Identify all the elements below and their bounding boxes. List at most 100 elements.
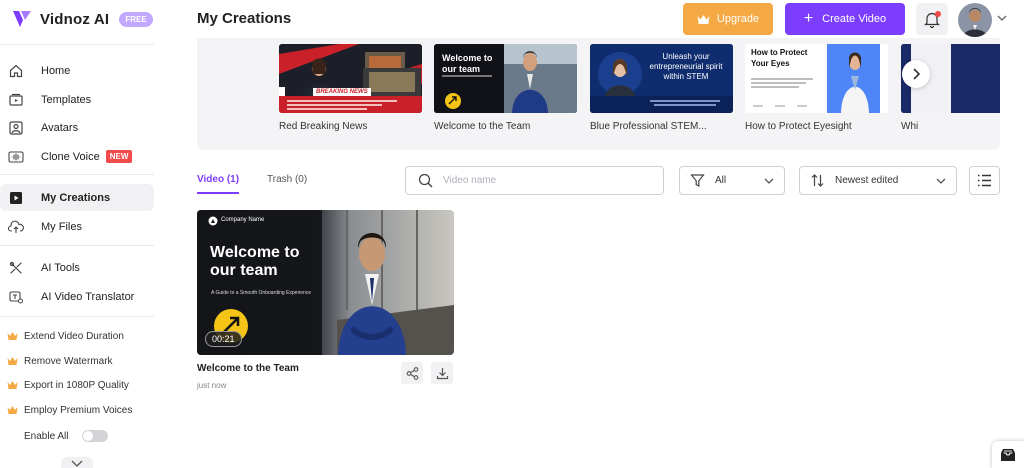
sidebar-divider xyxy=(0,316,154,317)
crown-icon xyxy=(7,332,18,340)
page-title: My Creations xyxy=(197,10,292,27)
sidebar-item-label: Avatars xyxy=(41,121,79,134)
premium-extend-duration[interactable]: Extend Video Duration xyxy=(7,328,124,344)
translate-icon xyxy=(8,289,24,305)
notification-dot xyxy=(935,11,941,17)
breaking-news-banner: BREAKING NEWS xyxy=(313,88,371,96)
download-button[interactable] xyxy=(431,362,453,384)
sidebar-item-my-files[interactable]: My Files xyxy=(0,213,154,240)
download-icon xyxy=(436,367,448,379)
premium-export-1080p[interactable]: Export in 1080P Quality xyxy=(7,377,129,393)
search-input[interactable] xyxy=(443,175,643,186)
sidebar-item-label: Templates xyxy=(41,93,92,106)
type-filter-select[interactable]: All xyxy=(679,166,785,195)
support-chat-button[interactable] xyxy=(992,441,1024,468)
sidebar-divider xyxy=(0,174,154,175)
premium-remove-watermark[interactable]: Remove Watermark xyxy=(7,353,113,369)
create-video-button[interactable]: + Create Video xyxy=(785,3,905,35)
home-icon xyxy=(8,63,24,79)
upgrade-label: Upgrade xyxy=(716,13,760,25)
sidebar-item-home[interactable]: Home xyxy=(0,57,154,84)
sidebar-item-label: AI Video Translator xyxy=(41,290,135,303)
tools-icon xyxy=(8,260,24,276)
template-label: Blue Professional STEM... xyxy=(590,121,707,132)
video-thumbnail[interactable]: Company Name Welcome to our team A Guide… xyxy=(197,210,454,355)
template-card[interactable]: How to Protect Your Eyes How to Protect … xyxy=(745,44,888,132)
carousel-next-button[interactable] xyxy=(902,60,930,88)
template-label: Red Breaking News xyxy=(279,121,368,132)
enable-all-toggle[interactable] xyxy=(82,430,109,442)
share-button[interactable] xyxy=(401,362,423,384)
template-heading: How to Protect Your Eyes xyxy=(751,48,808,68)
sidebar-item-clone-voice[interactable]: Clone Voice NEW xyxy=(0,143,154,170)
notifications-button[interactable] xyxy=(916,3,948,35)
sidebar-item-label: Clone Voice xyxy=(41,150,100,163)
premium-label: Extend Video Duration xyxy=(24,330,124,342)
premium-voices[interactable]: Employ Premium Voices xyxy=(7,402,132,418)
sidebar-divider xyxy=(0,245,154,246)
template-card[interactable]: Unleash your entrepreneurial spirit with… xyxy=(590,44,733,132)
template-label: How to Protect Eyesight xyxy=(745,121,852,132)
tab-video[interactable]: Video (1) xyxy=(197,174,239,185)
vidnoz-logo-icon xyxy=(13,11,31,27)
crown-icon xyxy=(697,14,710,24)
thumbnail-company-name: Company Name xyxy=(221,217,265,223)
crown-icon xyxy=(7,357,18,365)
crown-icon xyxy=(7,381,18,389)
sidebar-expand-button[interactable] xyxy=(61,457,93,468)
video-edited-time: just now xyxy=(197,381,227,390)
creations-icon xyxy=(8,190,24,206)
free-badge: FREE xyxy=(119,11,153,27)
sidebar: Vidnoz AI FREE Home Templates Avatars Cl… xyxy=(0,0,160,468)
sort-icon xyxy=(811,174,824,187)
app-name: Vidnoz AI xyxy=(40,10,110,28)
thumbnail-heading-line-1: Welcome to xyxy=(210,244,300,261)
crown-icon xyxy=(7,406,18,414)
type-filter-value: All xyxy=(715,175,727,186)
chevron-down-icon xyxy=(936,178,946,184)
premium-label: Export in 1080P Quality xyxy=(24,379,129,391)
premium-label: Remove Watermark xyxy=(24,355,113,367)
search-box[interactable] xyxy=(405,166,664,195)
template-card[interactable]: Welcome to our team Welcome to the Team xyxy=(434,44,577,132)
list-view-button[interactable] xyxy=(969,166,1000,195)
template-card[interactable]: BREAKING NEWS Red Breaking News xyxy=(279,44,422,132)
template-heading: Welcome to our team xyxy=(442,53,493,74)
sidebar-item-templates[interactable]: Templates xyxy=(0,86,154,113)
sort-value: Newest edited xyxy=(835,175,899,186)
avatar-icon xyxy=(8,120,24,136)
filter-icon xyxy=(690,174,705,188)
sidebar-item-label: AI Tools xyxy=(41,261,80,274)
video-duration: 00:21 xyxy=(205,331,242,347)
sidebar-item-ai-video-translator[interactable]: AI Video Translator xyxy=(0,283,154,310)
sidebar-item-label: Home xyxy=(41,64,71,77)
premium-label: Employ Premium Voices xyxy=(24,404,133,416)
plus-icon: + xyxy=(803,10,814,27)
template-thumbnail: How to Protect Your Eyes xyxy=(745,44,888,113)
sort-select[interactable]: Newest edited xyxy=(799,166,957,195)
sidebar-item-avatars[interactable]: Avatars xyxy=(0,114,154,141)
sidebar-item-ai-tools[interactable]: AI Tools xyxy=(0,254,154,281)
toggle-knob xyxy=(83,431,94,441)
tab-trash[interactable]: Trash (0) xyxy=(267,174,307,185)
create-video-label: Create Video xyxy=(822,13,887,25)
template-thumbnail: Unleash your entrepreneurial spirit with… xyxy=(590,44,733,113)
enable-all-label: Enable All xyxy=(24,430,69,442)
video-title[interactable]: Welcome to the Team xyxy=(197,363,299,374)
template-card[interactable]: Whi xyxy=(901,44,1000,132)
inbox-icon xyxy=(1001,448,1015,461)
template-carousel: BREAKING NEWS Red Breaking News Welcome … xyxy=(197,38,1000,150)
upload-icon xyxy=(8,219,24,235)
user-avatar[interactable] xyxy=(958,3,992,37)
app-root: Vidnoz AI FREE Home Templates Avatars Cl… xyxy=(0,0,1024,468)
logo[interactable]: Vidnoz AI FREE xyxy=(12,8,153,30)
template-label: Whi xyxy=(901,121,919,132)
video-card: Company Name Welcome to our team A Guide… xyxy=(197,210,454,390)
chevron-down-icon[interactable] xyxy=(996,13,1008,23)
template-heading: Unleash your entrepreneurial spirit with… xyxy=(649,52,723,81)
sidebar-item-label: My Creations xyxy=(41,191,111,204)
template-label: Welcome to the Team xyxy=(434,121,531,132)
sidebar-item-my-creations[interactable]: My Creations xyxy=(0,184,154,211)
upgrade-button[interactable]: Upgrade xyxy=(683,3,773,35)
chevron-right-icon xyxy=(913,68,921,80)
